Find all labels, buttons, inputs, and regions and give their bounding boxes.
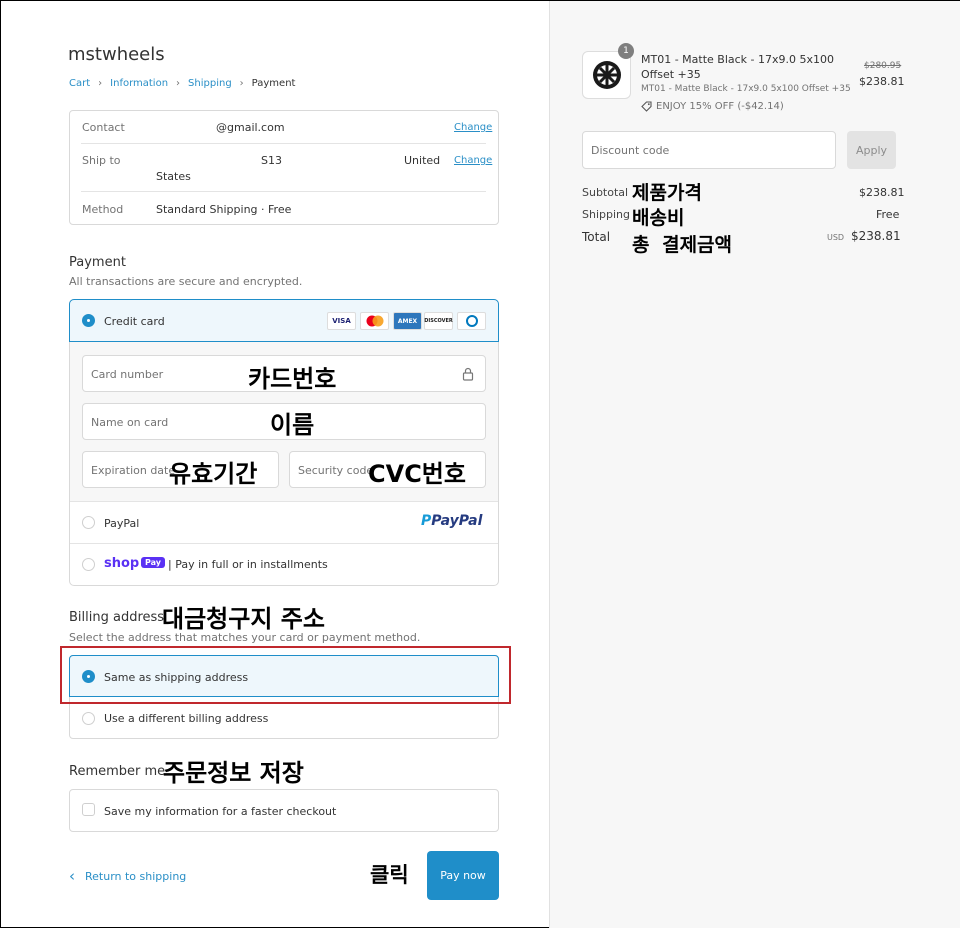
product-title: MT01 - Matte Black - 17x9.0 5x100 <box>641 53 835 66</box>
subtotal-value: $238.81 <box>859 186 905 199</box>
breadcrumb-cart[interactable]: Cart <box>69 78 90 89</box>
ship-to-label: Ship to <box>82 154 121 167</box>
change-ship-to-link[interactable]: Change <box>454 155 492 166</box>
breadcrumb-information[interactable]: Information <box>110 78 168 89</box>
return-to-shipping-label: Return to shipping <box>85 869 187 883</box>
shipping-label: Shipping <box>582 208 630 221</box>
product-title-line2: Offset +35 <box>641 68 701 81</box>
discount-tag: ENJOY 15% OFF (-$42.14) <box>641 101 784 112</box>
quantity-badge: 1 <box>618 43 634 59</box>
discover-icon: DISCOVER <box>424 312 453 330</box>
different-billing-radio[interactable] <box>82 712 95 725</box>
diners-circle-icon <box>465 315 478 327</box>
total-label: Total <box>582 230 611 244</box>
paypal-logo-text: PayPal <box>431 513 483 529</box>
method-value: Standard Shipping · Free <box>156 203 292 216</box>
annotation-cvc: CVC번호 <box>368 460 466 488</box>
annotation-click: 클릭 <box>370 863 409 887</box>
mastercard-circles-icon <box>366 315 383 327</box>
expiration-date-placeholder: Expiration date <box>91 464 176 477</box>
shop-pay-badge: Pay <box>141 557 166 568</box>
contact-value: @gmail.com <box>216 121 285 134</box>
highlight-box <box>60 646 511 704</box>
divider <box>81 143 486 144</box>
remember-title: Remember me <box>69 764 166 779</box>
product-price: $238.81 <box>859 75 905 88</box>
save-info-checkbox[interactable] <box>82 803 95 816</box>
breadcrumb-chevron-icon: › <box>239 78 244 89</box>
card-number-placeholder: Card number <box>91 368 164 381</box>
annotation-subtotal: 제품가격 <box>632 182 702 204</box>
annotation-name: 이름 <box>270 411 315 439</box>
annotation-remember: 주문정보 저장 <box>163 759 304 787</box>
annotation-card-number: 카드번호 <box>248 365 337 393</box>
billing-title: Billing address <box>69 610 165 625</box>
breadcrumb-chevron-icon: › <box>176 78 181 89</box>
ship-to-value-line2: States <box>156 170 191 183</box>
annotation-expiry: 유효기간 <box>169 460 258 488</box>
shop-pay-radio[interactable] <box>82 558 95 571</box>
pay-now-button[interactable]: Pay now <box>427 851 499 900</box>
product-variant: MT01 - Matte Black - 17x9.0 5x100 Offset… <box>641 84 851 94</box>
amex-icon: AMEX <box>393 312 422 330</box>
shop-pay-text[interactable]: | Pay in full or in installments <box>168 558 328 571</box>
annotation-shipping: 배송비 <box>632 207 685 229</box>
visa-icon: VISA <box>327 312 356 330</box>
annotation-total: 총 결제금액 <box>632 234 733 256</box>
breadcrumb-chevron-icon: › <box>98 78 103 89</box>
discount-code-placeholder: Discount code <box>591 144 670 157</box>
currency-label: USD <box>827 233 845 242</box>
lock-icon <box>462 367 474 381</box>
ship-to-value-line1: S13 <box>261 154 282 167</box>
shop-logo: shop <box>104 556 140 571</box>
discount-tag-text: ENJOY 15% OFF (-$42.14) <box>656 101 784 112</box>
divider <box>81 191 486 192</box>
chevron-left-icon: ‹ <box>69 867 75 885</box>
payment-subtitle: All transactions are secure and encrypte… <box>69 275 303 288</box>
discount-code-input[interactable]: Discount code <box>582 131 836 169</box>
wheel-icon <box>592 61 621 89</box>
annotation-billing: 대금청구지 주소 <box>162 605 325 633</box>
tag-icon <box>641 101 652 112</box>
divider <box>70 543 498 544</box>
shipping-value: Free <box>876 208 900 221</box>
payment-title: Payment <box>69 255 126 270</box>
breadcrumb-shipping[interactable]: Shipping <box>188 78 232 89</box>
ship-to-value-country: United <box>404 154 441 167</box>
pay-now-label: Pay now <box>440 869 486 882</box>
paypal-radio[interactable] <box>82 516 95 529</box>
name-on-card-placeholder: Name on card <box>91 416 169 429</box>
original-price: $280.95 <box>864 61 902 71</box>
diners-icon <box>457 312 486 330</box>
different-billing-label[interactable]: Use a different billing address <box>104 712 268 725</box>
paypal-p-icon: P <box>421 513 432 529</box>
contact-label: Contact <box>82 121 125 134</box>
return-to-shipping-link[interactable]: ‹ Return to shipping <box>69 867 186 885</box>
total-value: $238.81 <box>851 229 901 243</box>
credit-card-label: Credit card <box>104 315 165 328</box>
apply-label: Apply <box>855 143 888 157</box>
breadcrumb: Cart › Information › Shipping › Payment <box>69 78 295 89</box>
change-contact-link[interactable]: Change <box>454 122 492 133</box>
apply-button[interactable]: Apply <box>847 131 896 169</box>
method-label: Method <box>82 203 124 216</box>
security-code-placeholder: Security code <box>298 464 374 477</box>
subtotal-label: Subtotal <box>582 186 629 199</box>
breadcrumb-payment: Payment <box>251 78 296 89</box>
credit-card-radio[interactable] <box>82 314 95 327</box>
paypal-logo: PPayPal <box>421 513 482 529</box>
paypal-label[interactable]: PayPal <box>104 517 139 530</box>
store-name[interactable]: mstwheels <box>68 44 165 65</box>
save-info-label[interactable]: Save my information for a faster checkou… <box>104 805 336 818</box>
mastercard-icon <box>360 312 389 330</box>
